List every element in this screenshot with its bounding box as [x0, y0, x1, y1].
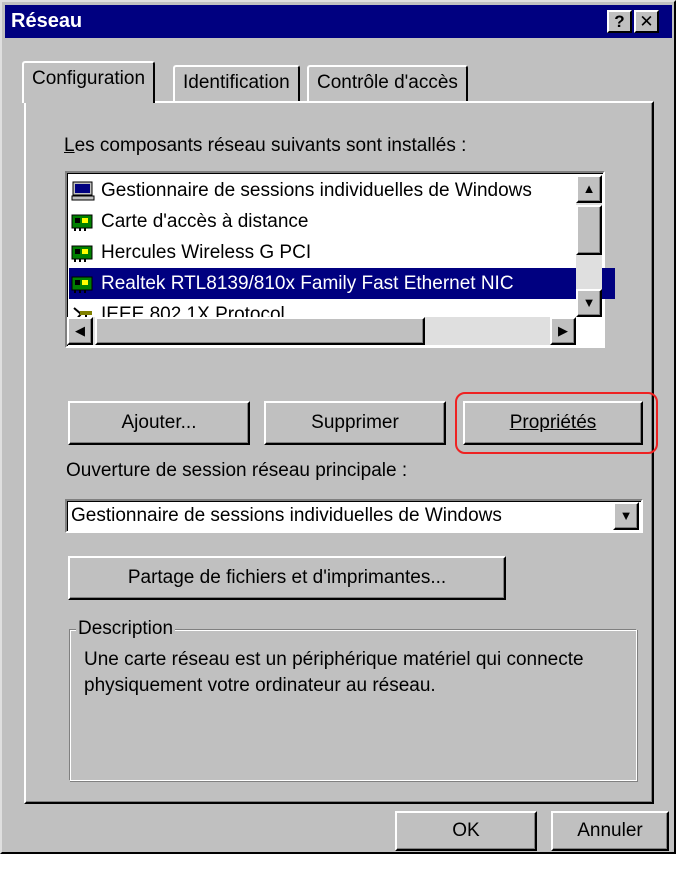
primary-logon-value: Gestionnaire de sessions individuelles d…	[71, 505, 502, 526]
close-button[interactable]: ✕	[634, 10, 659, 33]
chevron-down-icon: ▼	[619, 508, 633, 523]
scroll-thumb[interactable]	[576, 205, 602, 255]
primary-logon-select[interactable]: Gestionnaire de sessions individuelles d…	[65, 499, 643, 533]
add-button-label: Ajouter...	[121, 412, 197, 433]
scroll-right-button[interactable]: ▶	[550, 317, 576, 345]
description-text: Une carte réseau est un périphérique mat…	[84, 649, 584, 696]
title-bar[interactable]: Réseau ? ✕	[5, 5, 672, 38]
scroll-down-button[interactable]: ▼	[576, 289, 602, 317]
tab-access-control-label: Contrôle d'accès	[317, 72, 458, 93]
horizontal-scrollbar[interactable]: ◀ ▶	[67, 317, 576, 345]
remove-button-label: Supprimer	[311, 412, 399, 433]
cancel-button[interactable]: Annuler	[551, 811, 669, 851]
file-printer-sharing-label: Partage de fichiers et d'imprimantes...	[127, 567, 447, 588]
list-item[interactable]: Hercules Wireless G PCI	[69, 237, 615, 268]
network-card-icon	[71, 245, 93, 262]
tab-configuration-label: Configuration	[32, 68, 146, 89]
component-label: Carte d'accès à distance	[101, 211, 309, 232]
ok-button[interactable]: OK	[395, 811, 537, 851]
ok-button-label: OK	[452, 820, 480, 841]
vertical-scrollbar[interactable]: ▲ ▼	[576, 175, 602, 317]
help-button[interactable]: ?	[607, 10, 632, 33]
network-dialog: Réseau ? ✕ Configuration Identification …	[0, 0, 676, 854]
remove-button[interactable]: Supprimer	[264, 401, 446, 445]
list-item[interactable]: Gestionnaire de sessions individuelles d…	[69, 175, 615, 206]
tab-configuration[interactable]: Configuration	[22, 61, 156, 103]
close-icon: ✕	[639, 12, 654, 31]
tab-identification[interactable]: Identification	[173, 65, 300, 101]
computer-icon	[71, 181, 95, 201]
description-title: Description	[76, 618, 176, 640]
primary-logon-label: Ouverture de session réseau principale :	[66, 460, 408, 481]
scroll-up-button[interactable]: ▲	[576, 175, 602, 203]
component-label: Realtek RTL8139/810x Family Fast Etherne…	[101, 273, 514, 294]
tab-identification-label: Identification	[183, 72, 290, 93]
help-icon: ?	[614, 12, 625, 31]
properties-highlight-ring	[455, 392, 658, 454]
file-printer-sharing-button[interactable]: Partage de fichiers et d'imprimantes...	[68, 556, 506, 600]
dropdown-button[interactable]: ▼	[613, 502, 639, 530]
window-title: Réseau	[11, 10, 83, 32]
arrow-left-icon: ◀	[75, 323, 85, 338]
network-card-icon	[71, 214, 93, 231]
scroll-left-button[interactable]: ◀	[67, 317, 93, 345]
component-label: Hercules Wireless G PCI	[101, 242, 312, 263]
network-card-icon	[71, 276, 93, 293]
scroll-thumb-horizontal[interactable]	[95, 317, 425, 345]
add-button[interactable]: Ajouter...	[68, 401, 250, 445]
tab-access-control[interactable]: Contrôle d'accès	[307, 65, 468, 101]
installed-components-label: Les composants réseau suivants sont inst…	[64, 135, 467, 156]
list-item[interactable]: Carte d'accès à distance	[69, 206, 615, 237]
arrow-right-icon: ▶	[558, 323, 568, 338]
cancel-button-label: Annuler	[577, 820, 643, 841]
component-label: Gestionnaire de sessions individuelles d…	[101, 180, 532, 201]
arrow-down-icon: ▼	[582, 295, 596, 310]
list-item-selected[interactable]: Realtek RTL8139/810x Family Fast Etherne…	[69, 268, 615, 299]
arrow-up-icon: ▲	[582, 181, 596, 196]
